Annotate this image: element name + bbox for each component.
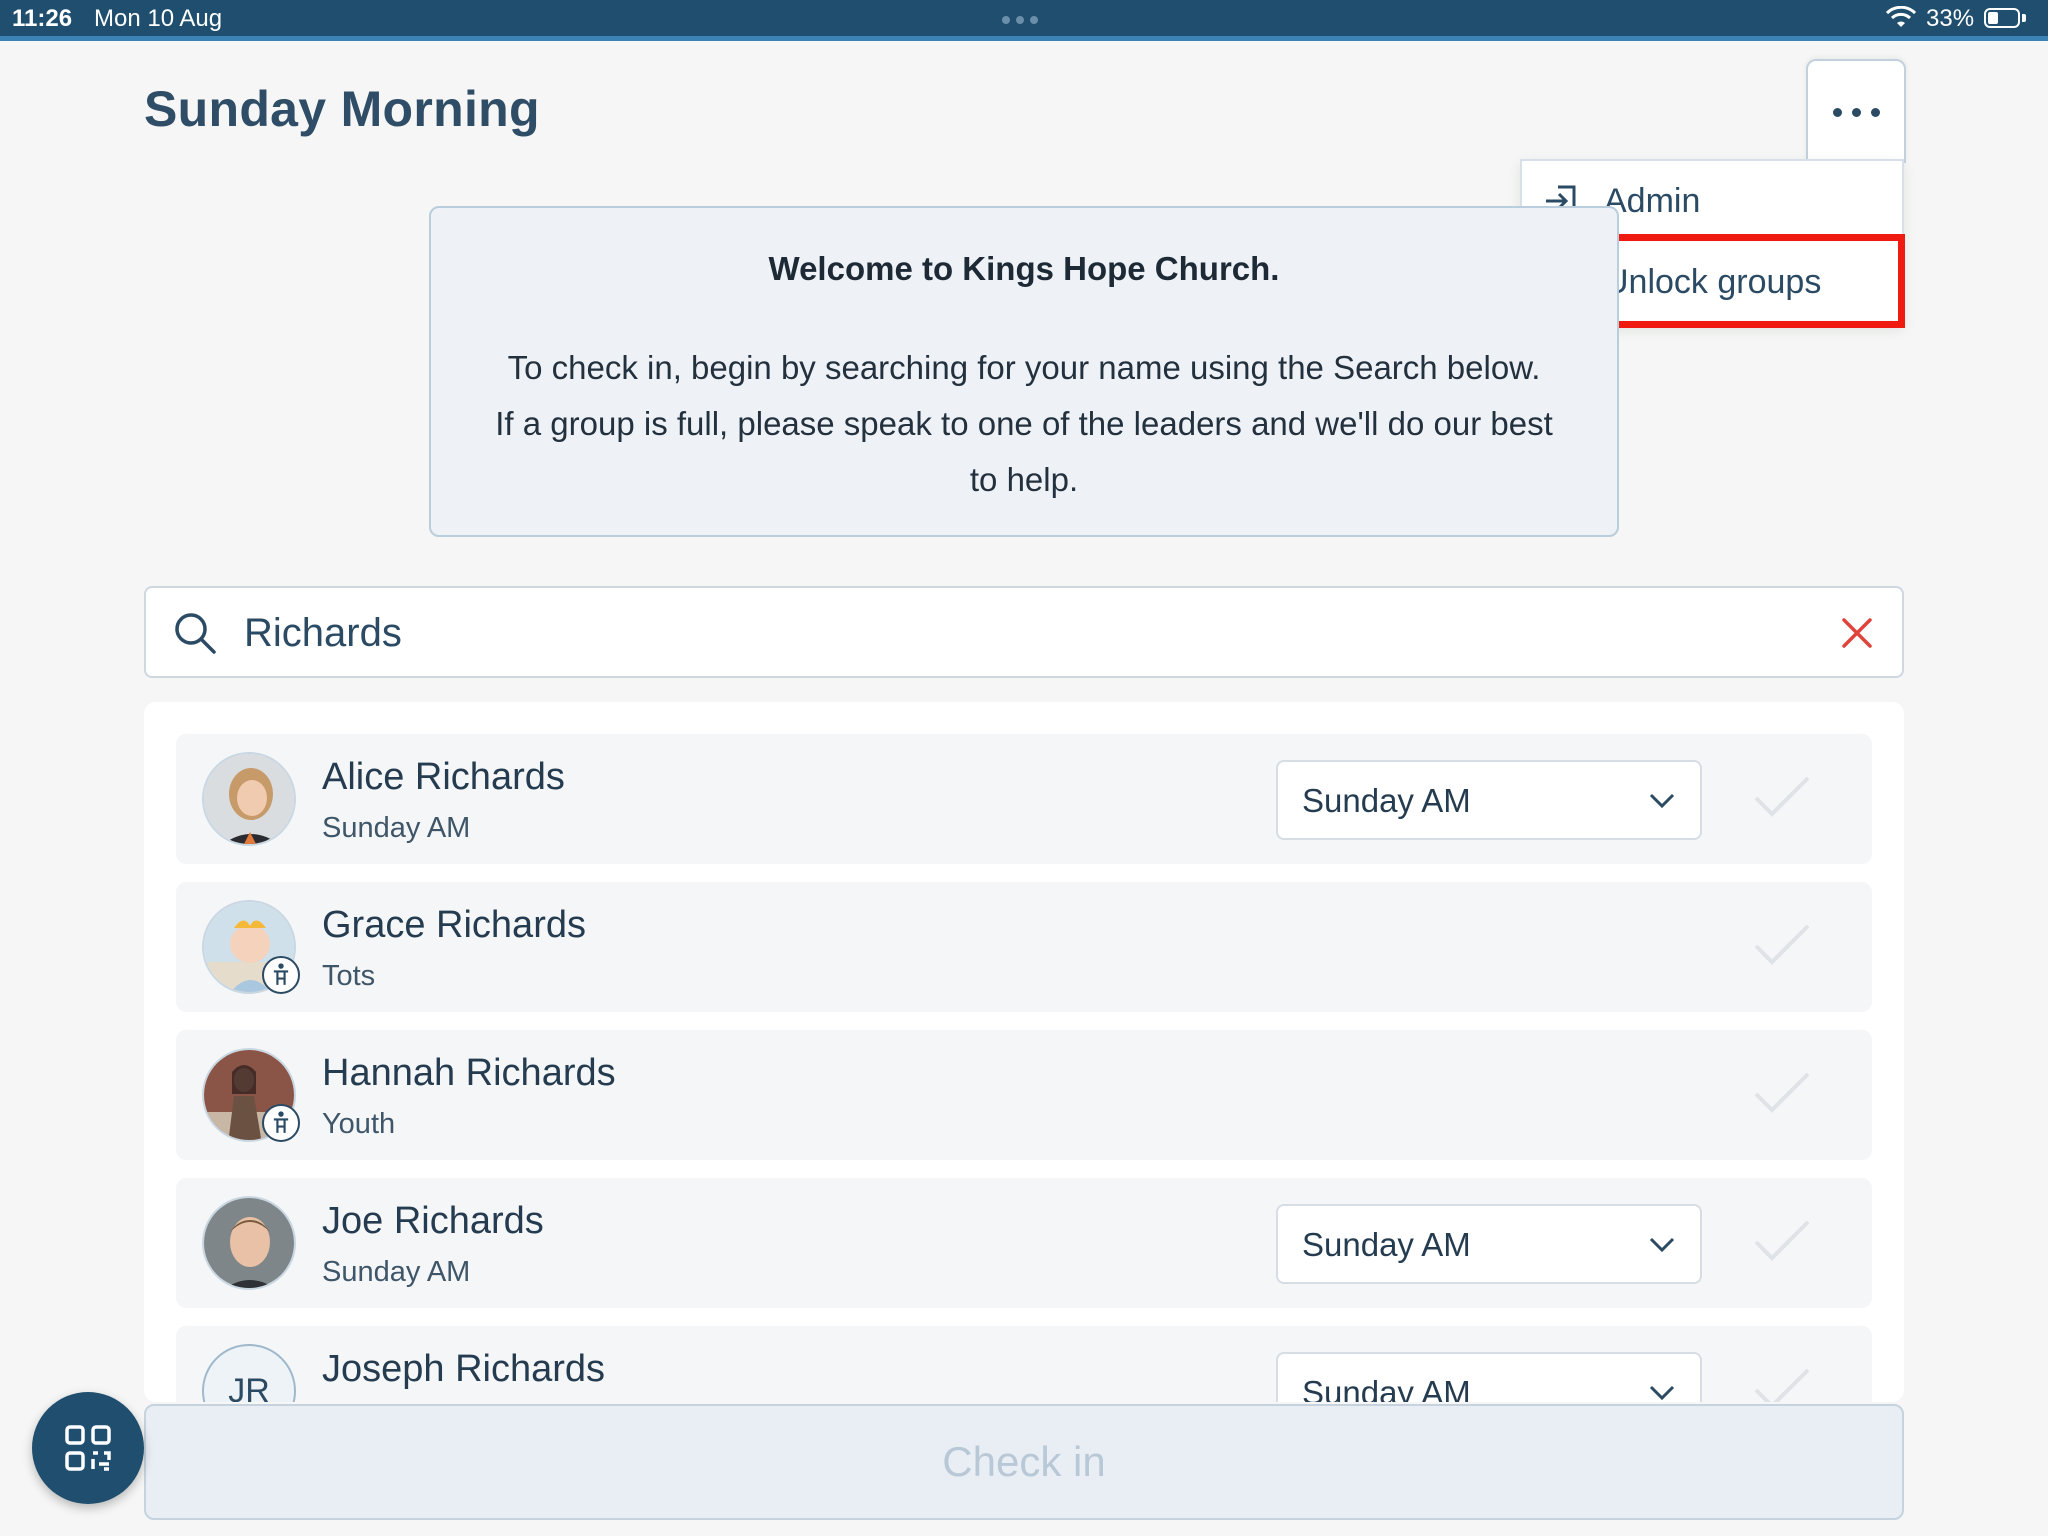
- chevron-down-icon: [1649, 1237, 1675, 1253]
- person-group: Sunday AM: [322, 812, 471, 844]
- person-group: Youth: [322, 1108, 396, 1140]
- results-list: Alice Richards Sunday AM Sunday AM Grace…: [144, 702, 1904, 1402]
- chevron-down-icon: [1649, 793, 1675, 809]
- checkmark-icon[interactable]: [1752, 920, 1812, 970]
- person-name: Joe Richards: [322, 1200, 544, 1242]
- qr-code-icon: [65, 1425, 111, 1471]
- more-options-button[interactable]: [1806, 59, 1906, 163]
- group-select[interactable]: Sunday AM: [1276, 760, 1702, 840]
- list-item[interactable]: Hannah Richards Youth: [176, 1030, 1872, 1160]
- child-icon: [262, 1104, 300, 1142]
- checkmark-icon[interactable]: [1752, 1364, 1812, 1402]
- chevron-down-icon: [1649, 1385, 1675, 1401]
- welcome-message: To check in, begin by searching for your…: [471, 340, 1577, 508]
- person-name: Grace Richards: [322, 904, 586, 946]
- search-icon: [175, 613, 216, 654]
- list-item[interactable]: Alice Richards Sunday AM Sunday AM: [176, 734, 1872, 864]
- multitasking-dots[interactable]: [1002, 16, 1038, 24]
- person-group: Tots: [322, 960, 376, 992]
- person-name: Joseph Richards: [322, 1348, 606, 1390]
- wifi-icon: [1886, 6, 1916, 27]
- welcome-line: If a group is full, please speak to one …: [495, 405, 1553, 442]
- avatar-initials: JR: [202, 1344, 296, 1402]
- welcome-line: To check in, begin by searching for your…: [507, 349, 1541, 386]
- battery-icon: [1984, 8, 2020, 28]
- menu-item-label: Unlock groups: [1604, 262, 1822, 301]
- status-time: 11:26: [12, 5, 73, 32]
- person-name: Hannah Richards: [322, 1052, 616, 1094]
- check-in-button[interactable]: Check in: [144, 1404, 1904, 1520]
- child-icon: [262, 956, 300, 994]
- person-group: Sunday AM: [322, 1256, 471, 1288]
- page-title: Sunday Morning: [144, 81, 540, 137]
- clear-search-icon[interactable]: [1838, 614, 1876, 652]
- welcome-line: to help.: [969, 461, 1079, 498]
- group-select[interactable]: Sunday AM: [1276, 1204, 1702, 1284]
- ellipsis-icon: [1832, 107, 1842, 117]
- checkmark-icon[interactable]: [1752, 1068, 1812, 1118]
- welcome-title: Welcome to Kings Hope Church.: [768, 250, 1280, 287]
- status-date: Mon 10 Aug: [94, 5, 223, 32]
- search-input[interactable]: [242, 602, 1746, 664]
- group-select-value: Sunday AM: [1302, 782, 1471, 819]
- group-select[interactable]: Sunday AM: [1276, 1352, 1702, 1402]
- group-select-value: Sunday AM: [1302, 1374, 1471, 1402]
- person-name: Alice Richards: [322, 756, 565, 798]
- search-bar: [144, 586, 1904, 678]
- battery-percentage: 33%: [1926, 5, 1975, 32]
- group-select-value: Sunday AM: [1302, 1226, 1471, 1263]
- avatar: [202, 1196, 296, 1290]
- list-item[interactable]: JR Joseph Richards Sunday AM: [176, 1326, 1872, 1402]
- list-item[interactable]: Grace Richards Tots: [176, 882, 1872, 1012]
- qr-scan-button[interactable]: [32, 1392, 144, 1504]
- avatar: [202, 752, 296, 846]
- list-item[interactable]: Joe Richards Sunday AM Sunday AM: [176, 1178, 1872, 1308]
- checkmark-icon[interactable]: [1752, 1216, 1812, 1266]
- checkmark-icon[interactable]: [1752, 772, 1812, 822]
- status-bar: 11:26 Mon 10 Aug 33%: [0, 0, 2048, 41]
- welcome-card: Welcome to Kings Hope Church. To check i…: [429, 206, 1619, 537]
